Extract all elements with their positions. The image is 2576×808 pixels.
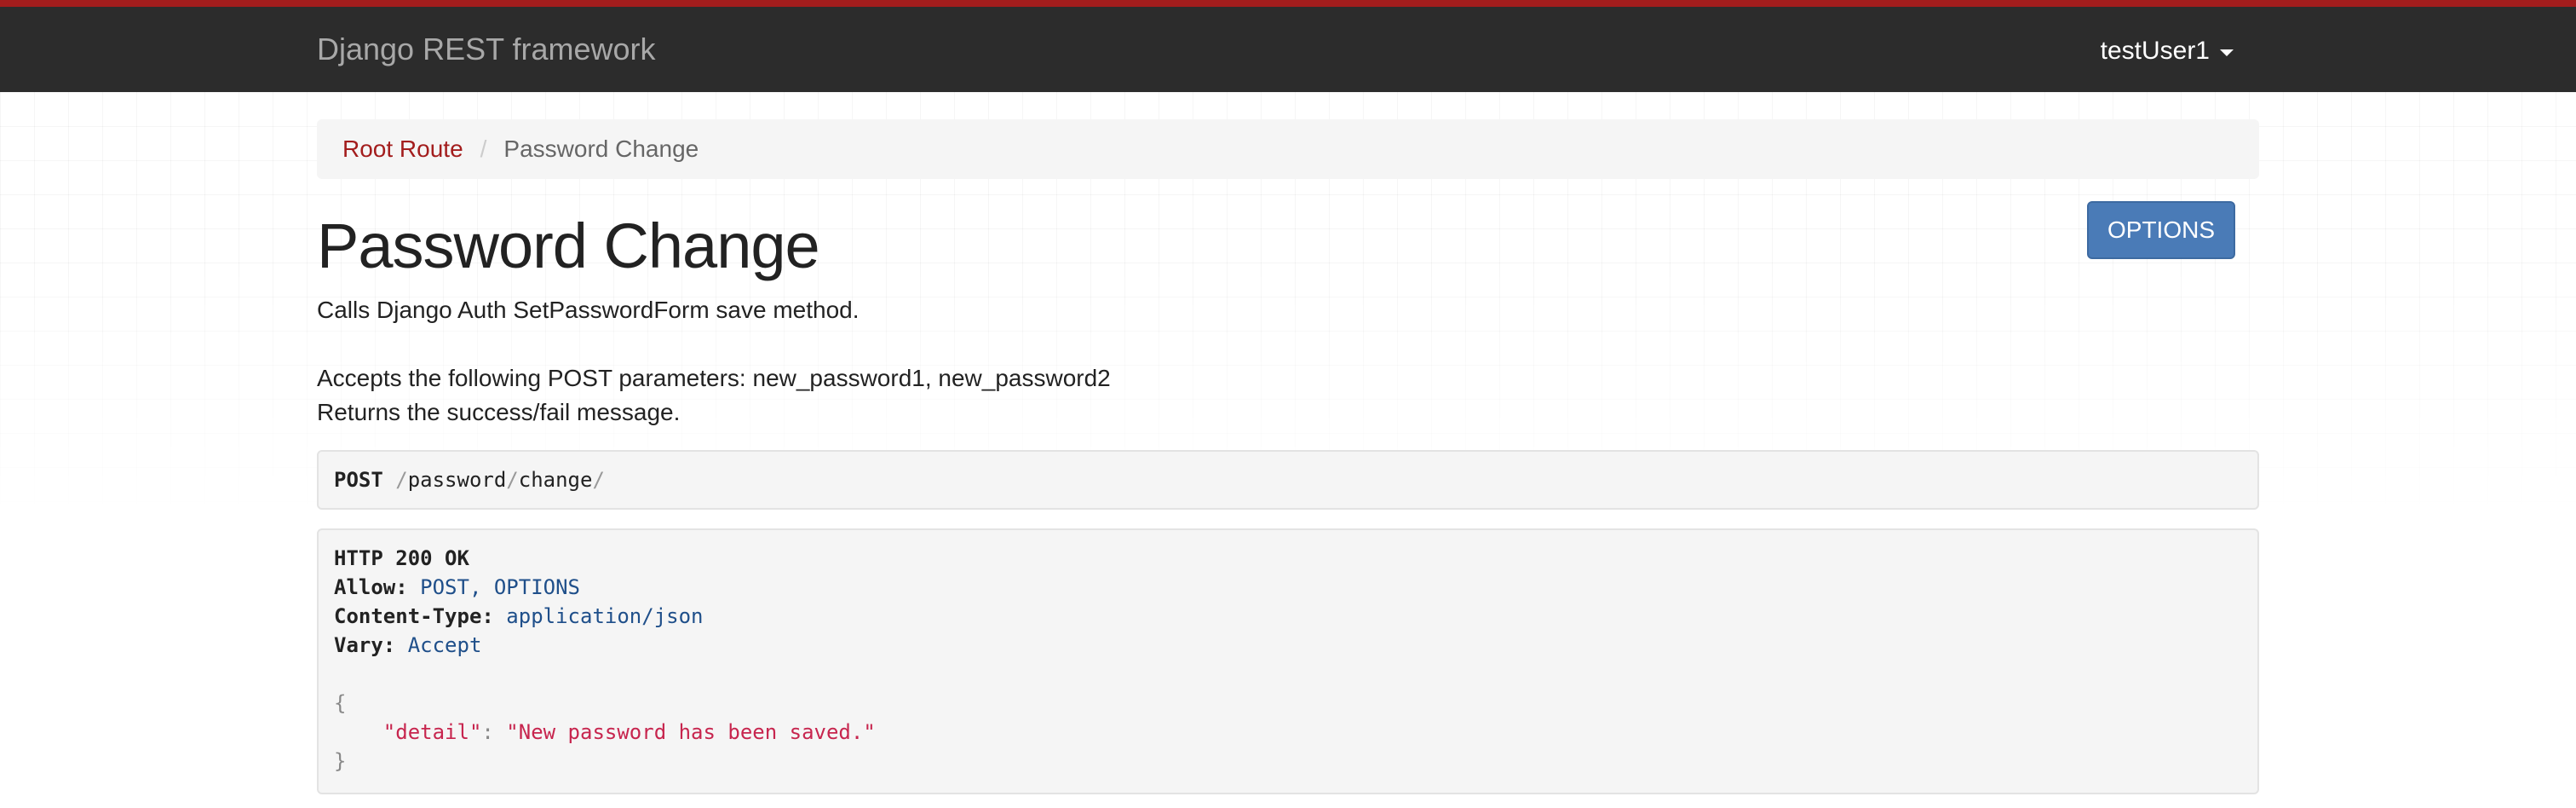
json-key: "detail" (382, 720, 482, 744)
response-info: HTTP 200 OK Allow: POST, OPTIONS Content… (317, 528, 2259, 794)
navbar-brand[interactable]: Django REST framework (317, 31, 655, 68)
header-value: Accept (407, 633, 482, 657)
page-title: Password Change (317, 211, 820, 281)
description-line: Accepts the following POST parameters: n… (317, 365, 1111, 391)
header-key: Allow: (334, 575, 408, 599)
header-key: Vary: (334, 633, 396, 657)
page-header: Password Change OPTIONS (317, 201, 2259, 293)
header-value: POST, OPTIONS (420, 575, 580, 599)
response-status: HTTP 200 OK (334, 546, 469, 570)
description-line: Returns the success/fail message. (317, 399, 681, 425)
path-separator: / (395, 468, 408, 492)
user-menu-label: testUser1 (2100, 37, 2210, 65)
json-open-brace: { (334, 691, 347, 715)
endpoint-description: Calls Django Auth SetPasswordForm save m… (317, 293, 2259, 430)
path-separator: / (506, 468, 519, 492)
main-content: Root Route / Password Change Password Ch… (317, 92, 2259, 794)
breadcrumb-root-link[interactable]: Root Route (342, 136, 463, 163)
path-segment: change (518, 468, 593, 492)
path-segment: password (407, 468, 507, 492)
header-value: application/json (506, 604, 704, 628)
breadcrumb-separator: / (480, 136, 487, 162)
json-colon: : (481, 720, 494, 744)
navbar: Django REST framework testUser1 (0, 0, 2576, 92)
breadcrumb: Root Route / Password Change (317, 119, 2259, 179)
request-info: POST / password / change / (317, 450, 2259, 510)
caret-down-icon (2220, 49, 2234, 56)
json-value: "New password has been saved." (506, 720, 876, 744)
request-method: POST (334, 468, 383, 492)
description-line: Calls Django Auth SetPasswordForm save m… (317, 297, 860, 323)
options-button[interactable]: OPTIONS (2087, 201, 2235, 259)
header-key: Content-Type: (334, 604, 494, 628)
breadcrumb-current: Password Change (503, 136, 699, 162)
json-close-brace: } (334, 749, 347, 773)
path-separator: / (592, 468, 605, 492)
user-menu-dropdown[interactable]: testUser1 (2101, 34, 2234, 68)
